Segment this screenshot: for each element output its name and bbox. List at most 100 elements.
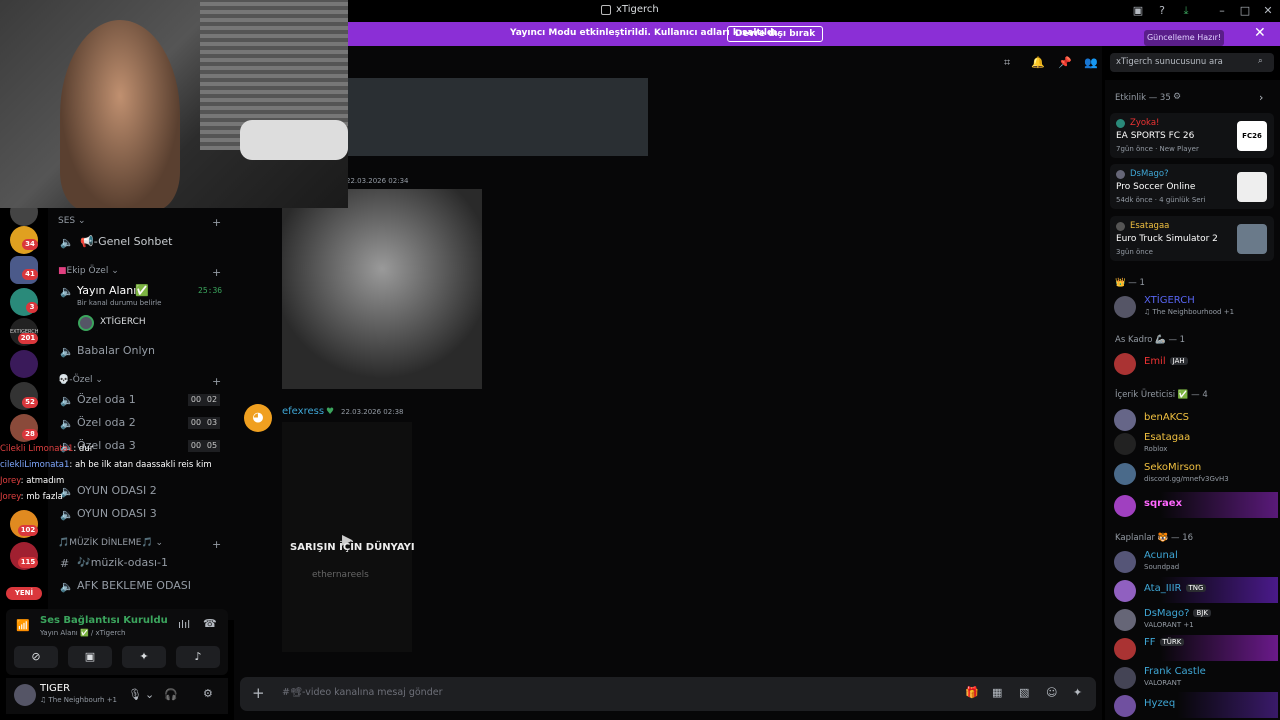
category-ses[interactable]: SES ⌄ +: [58, 216, 221, 229]
pin-icon[interactable]: 📌: [1058, 56, 1072, 69]
minimize-icon[interactable]: –: [1215, 4, 1229, 18]
activity-card[interactable]: DsMago? Pro Soccer Online 54dk önce · 4 …: [1110, 164, 1274, 209]
activities-button[interactable]: ✦: [122, 646, 166, 668]
chevron-down-icon[interactable]: ⌄: [145, 688, 154, 701]
role-header: İçerik Üreticisi ✅ — 4: [1115, 390, 1208, 400]
settings-gear-icon[interactable]: ⚙: [203, 687, 213, 700]
member-item[interactable]: Frank Castle VALORANT: [1110, 664, 1278, 690]
category-ekip-ozel[interactable]: ■Ekip Özel ⌄ +: [58, 266, 221, 279]
message-input[interactable]: #📽-video kanalına mesaj gönder: [282, 687, 442, 698]
member-name: SekoMirson: [1144, 462, 1202, 473]
member-item[interactable]: Esatagaa Roblox: [1110, 430, 1278, 456]
help-icon[interactable]: ?: [1155, 4, 1169, 18]
add-channel-icon[interactable]: +: [212, 216, 221, 229]
member-list-icon[interactable]: 👥: [1084, 56, 1098, 69]
channel-ozel-oda-2[interactable]: 🔈 Özel oda 2 00 03: [60, 415, 220, 435]
channel-ozel-oda-1[interactable]: 🔈 Özel oda 1 00 02: [60, 392, 220, 412]
emoji-icon[interactable]: ☺: [1046, 686, 1057, 699]
member-name: benAKCS: [1144, 412, 1190, 423]
member-item[interactable]: XTİGERCH ♫ The Neighbourhood +1: [1110, 293, 1278, 319]
gift-icon[interactable]: 🎁: [965, 686, 979, 699]
game-thumbnail: [1237, 224, 1267, 254]
avatar[interactable]: [14, 684, 36, 706]
activity-header: Etkinlik — 35: [1115, 93, 1171, 103]
category-ozel[interactable]: 💀-Özel ⌄ +: [58, 375, 221, 388]
channel-label: 🎶müzik-odası-1: [77, 556, 168, 569]
member-status: Roblox: [1144, 445, 1168, 453]
voice-user-name: XTİGERCH: [100, 317, 146, 327]
add-channel-icon[interactable]: +: [212, 266, 221, 279]
game-thumbnail: FC26: [1237, 121, 1267, 151]
voice-channel[interactable]: Yayın Alanı ✅ / xTigerch: [40, 629, 125, 637]
threads-icon[interactable]: ⌗: [1004, 56, 1010, 70]
channel-yayin-alani[interactable]: 🔈 Yayın Alanı ✅ Bir kanal durumu belirle…: [60, 283, 222, 313]
member-item[interactable]: Ata_IIIR TNG: [1110, 577, 1278, 603]
screen-share-button[interactable]: ▣: [68, 646, 112, 668]
bell-icon[interactable]: 🔔: [1031, 56, 1045, 69]
activity-card[interactable]: Esatagaa Euro Truck Simulator 2 3gün önc…: [1110, 216, 1274, 261]
chat-user: cilekliLimonata1: [0, 460, 70, 470]
disable-streamer-mode-button[interactable]: Devre dışı bırak: [727, 26, 824, 42]
image-attachment[interactable]: [348, 78, 648, 156]
member-item[interactable]: benAKCS: [1110, 406, 1278, 432]
disconnect-icon[interactable]: ☎: [203, 617, 217, 630]
add-channel-icon[interactable]: +: [212, 538, 221, 551]
category-muzik[interactable]: 🎵MÜZİK DİNLEME🎵 ⌄ +: [58, 538, 221, 551]
search-input[interactable]: xTigerch sunucusunu ara: [1116, 57, 1223, 67]
video-caption: SARIŞIN İÇİN DÜNYAYI: [290, 542, 415, 553]
gear-icon[interactable]: ⚙: [1173, 92, 1181, 102]
avatar: [1114, 495, 1136, 517]
maximize-icon[interactable]: □: [1238, 4, 1252, 18]
member-item[interactable]: Emil JAH: [1110, 350, 1278, 376]
voice-user[interactable]: XTİGERCH: [60, 314, 220, 334]
member-item[interactable]: FF TÜRK: [1110, 635, 1278, 661]
message-author[interactable]: efexress: [282, 406, 324, 417]
channel-muzik-odasi-1[interactable]: # 🎶müzik-odası-1: [60, 555, 220, 575]
chat-user: Cilekli Limonata1: [0, 444, 74, 454]
member-item[interactable]: Acunal Soundpad: [1110, 548, 1278, 574]
mention-badge: 102: [18, 525, 38, 536]
user-limit-value: 02: [204, 394, 220, 406]
member-name: Esatagaa: [1144, 432, 1191, 443]
activity-card[interactable]: Zyoka! EA SPORTS FC 26 7gün önce · New P…: [1110, 113, 1274, 158]
member-item[interactable]: Hyzeq: [1110, 692, 1278, 718]
streamer-figure: [60, 20, 180, 208]
search-icon: ⌕: [1258, 56, 1263, 66]
inbox-icon[interactable]: ▣: [1131, 4, 1145, 18]
member-item[interactable]: SekoMirson discord.gg/mnefv3GvH3: [1110, 460, 1278, 486]
gif-icon[interactable]: ▦: [992, 686, 1002, 699]
download-update-icon[interactable]: ⤓: [1179, 4, 1193, 18]
apps-icon[interactable]: ✦: [1073, 686, 1082, 699]
headphones-icon[interactable]: 🎧: [164, 688, 178, 701]
member-item[interactable]: DsMago? BJK VALORANT +1: [1110, 606, 1278, 632]
user-name[interactable]: TIGER: [40, 683, 70, 694]
pink-square-icon: ■: [58, 266, 67, 276]
image-attachment[interactable]: [282, 189, 482, 389]
voice-status[interactable]: Ses Bağlantısı Kuruldu: [40, 615, 168, 626]
channel-status-text[interactable]: Bir kanal durumu belirle: [77, 299, 161, 307]
microphone-icon[interactable]: 🎙: [128, 688, 142, 701]
search-box[interactable]: xTigerch sunucusunu ara ⌕: [1110, 53, 1274, 72]
channel-babalar-onlyn[interactable]: 🔈 Babalar Onlyn: [60, 343, 220, 363]
close-window-icon[interactable]: ✕: [1261, 4, 1275, 18]
camera-off-button[interactable]: ⊘: [14, 646, 58, 668]
member-name: Frank Castle: [1144, 666, 1206, 677]
server-icon[interactable]: [10, 350, 38, 378]
add-channel-icon[interactable]: +: [212, 375, 221, 388]
banner-close-icon[interactable]: ✕: [1254, 25, 1266, 41]
message-timestamp: 22.03.2026 02:38: [341, 408, 404, 416]
member-tag: TNG: [1185, 584, 1207, 592]
sticker-icon[interactable]: ▧: [1019, 686, 1029, 699]
soundboard-button[interactable]: ♪: [176, 646, 220, 668]
channel-genel-sohbet[interactable]: 🔈 📢-Genel Sohbet: [60, 234, 220, 254]
noise-suppression-icon[interactable]: ılıl: [178, 618, 190, 631]
channel-afk[interactable]: 🔈 AFK BEKLEME ODASI: [60, 578, 220, 598]
add-attachment-icon[interactable]: +: [252, 684, 265, 702]
discord-avatar[interactable]: ◕: [244, 404, 272, 432]
member-name: Hyzeq: [1144, 698, 1176, 709]
update-ready-tooltip: Güncelleme Hazır!: [1144, 30, 1224, 46]
member-item[interactable]: sqraex: [1110, 492, 1278, 518]
chevron-right-icon[interactable]: ›: [1259, 91, 1263, 104]
video-attachment[interactable]: ▶ SARIŞIN İÇİN DÜNYAYI ethernareels: [282, 422, 415, 652]
signal-icon[interactable]: 📶: [16, 619, 30, 632]
